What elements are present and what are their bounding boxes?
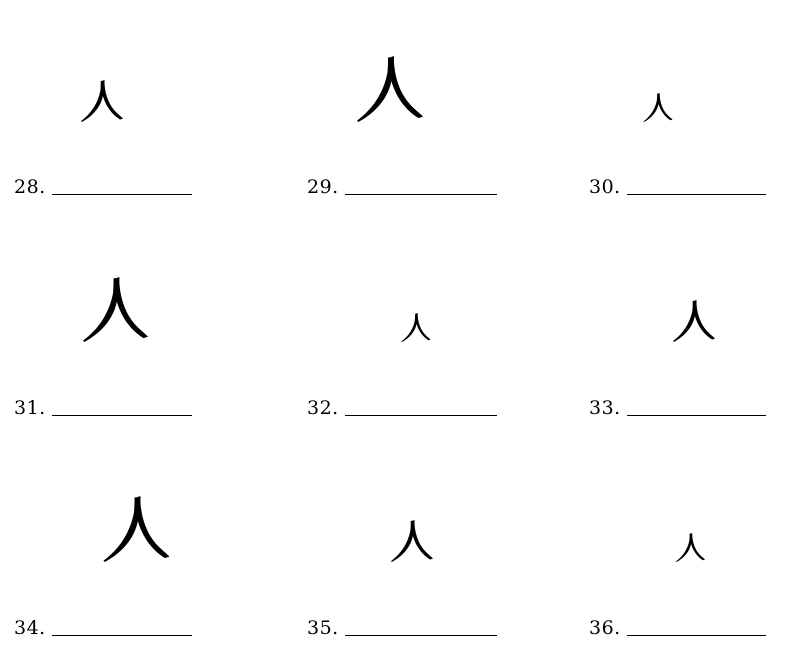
character-glyph: 人 (673, 300, 715, 342)
answer-blank[interactable] (626, 395, 766, 416)
character-glyph: 人 (401, 313, 431, 342)
character-glyph: 人 (83, 277, 148, 342)
question-number: 34. (14, 617, 46, 639)
question-number: 29. (307, 176, 339, 198)
character-glyph: 人 (81, 80, 123, 122)
character-glyph: 人 (103, 496, 170, 562)
answer-blank[interactable] (344, 615, 497, 636)
answer-blank[interactable] (51, 395, 192, 416)
question-number: 32. (307, 397, 339, 419)
answer-blank[interactable] (626, 174, 766, 195)
character-glyph: 人 (676, 533, 705, 562)
answer-blank[interactable] (344, 174, 497, 195)
character-glyph: 人 (357, 56, 423, 122)
question-number: 36. (589, 617, 621, 639)
question-number: 33. (589, 397, 621, 419)
character-glyph: 人 (643, 93, 673, 122)
answer-blank[interactable] (344, 395, 497, 416)
question-number: 31. (14, 397, 46, 419)
character-glyph: 人 (391, 520, 433, 562)
question-number: 35. (307, 617, 339, 639)
question-number: 30. (589, 176, 621, 198)
answer-blank[interactable] (51, 615, 192, 636)
answer-blank[interactable] (626, 615, 766, 636)
answer-blank[interactable] (51, 174, 192, 195)
question-number: 28. (14, 176, 46, 198)
